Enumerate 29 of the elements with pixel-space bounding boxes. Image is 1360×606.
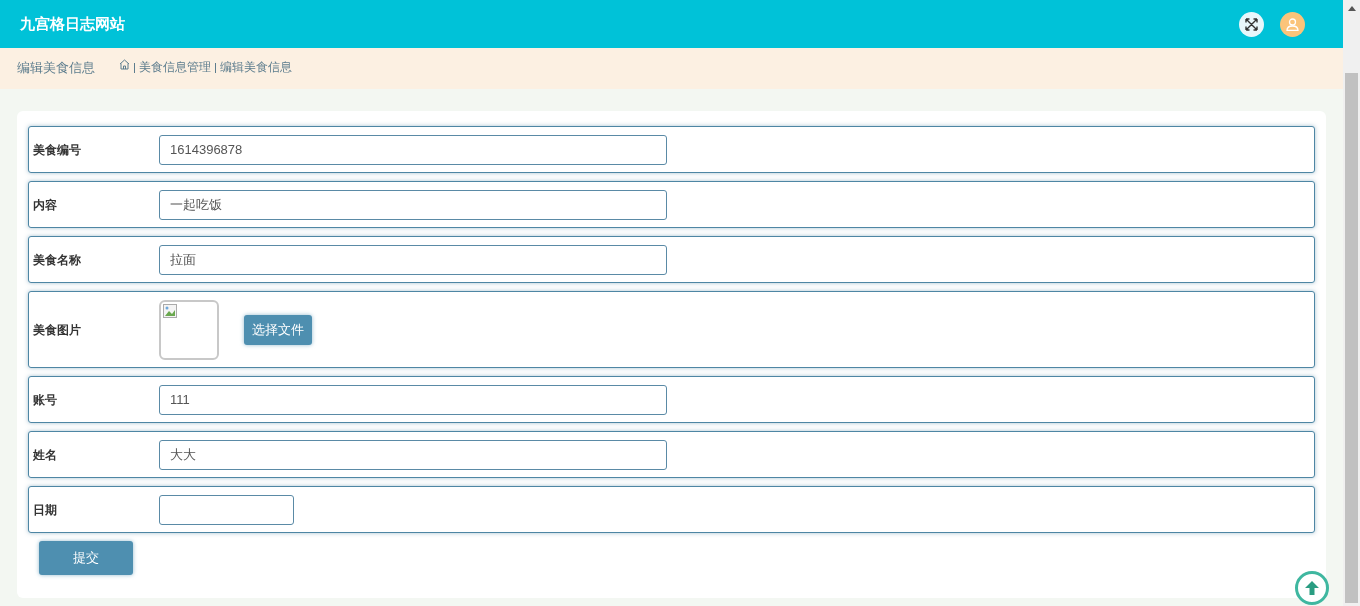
- fullscreen-button[interactable]: [1239, 11, 1264, 37]
- field-label: 日期: [32, 501, 58, 519]
- field-label: 内容: [32, 196, 58, 214]
- user-icon: [1286, 17, 1299, 31]
- up-arrow-icon: [1304, 580, 1320, 596]
- field-label: 账号: [32, 391, 58, 409]
- scrollbar-thumb[interactable]: [1345, 73, 1358, 603]
- breadcrumb-link[interactable]: 美食信息管理: [139, 58, 211, 76]
- expand-icon: [1245, 17, 1258, 31]
- scroll-up-icon[interactable]: [1347, 6, 1356, 11]
- field-label: 姓名: [32, 446, 58, 464]
- page-title: 编辑美食信息: [17, 59, 95, 77]
- field-label: 美食图片: [32, 321, 82, 339]
- breadcrumb-link[interactable]: 编辑美食信息: [220, 58, 292, 76]
- choose-file-button[interactable]: 选择文件: [244, 314, 312, 345]
- input-field[interactable]: 拉面: [159, 244, 667, 275]
- input-field[interactable]: 111: [159, 384, 667, 415]
- site-title: 九宫格日志网站: [20, 13, 125, 34]
- back-to-top-button[interactable]: [1295, 571, 1329, 605]
- input-field[interactable]: 一起吃饭: [159, 189, 667, 220]
- broken-image-icon: [163, 303, 177, 318]
- submit-button[interactable]: 提交: [39, 541, 133, 575]
- field-label: 美食名称: [32, 251, 82, 269]
- field-label: 美食编号: [32, 141, 82, 159]
- input-field[interactable]: 1614396878: [159, 134, 667, 165]
- input-field[interactable]: 大大: [159, 439, 667, 470]
- date-field[interactable]: [159, 494, 294, 525]
- user-button[interactable]: [1280, 11, 1305, 37]
- home-icon[interactable]: [119, 59, 130, 70]
